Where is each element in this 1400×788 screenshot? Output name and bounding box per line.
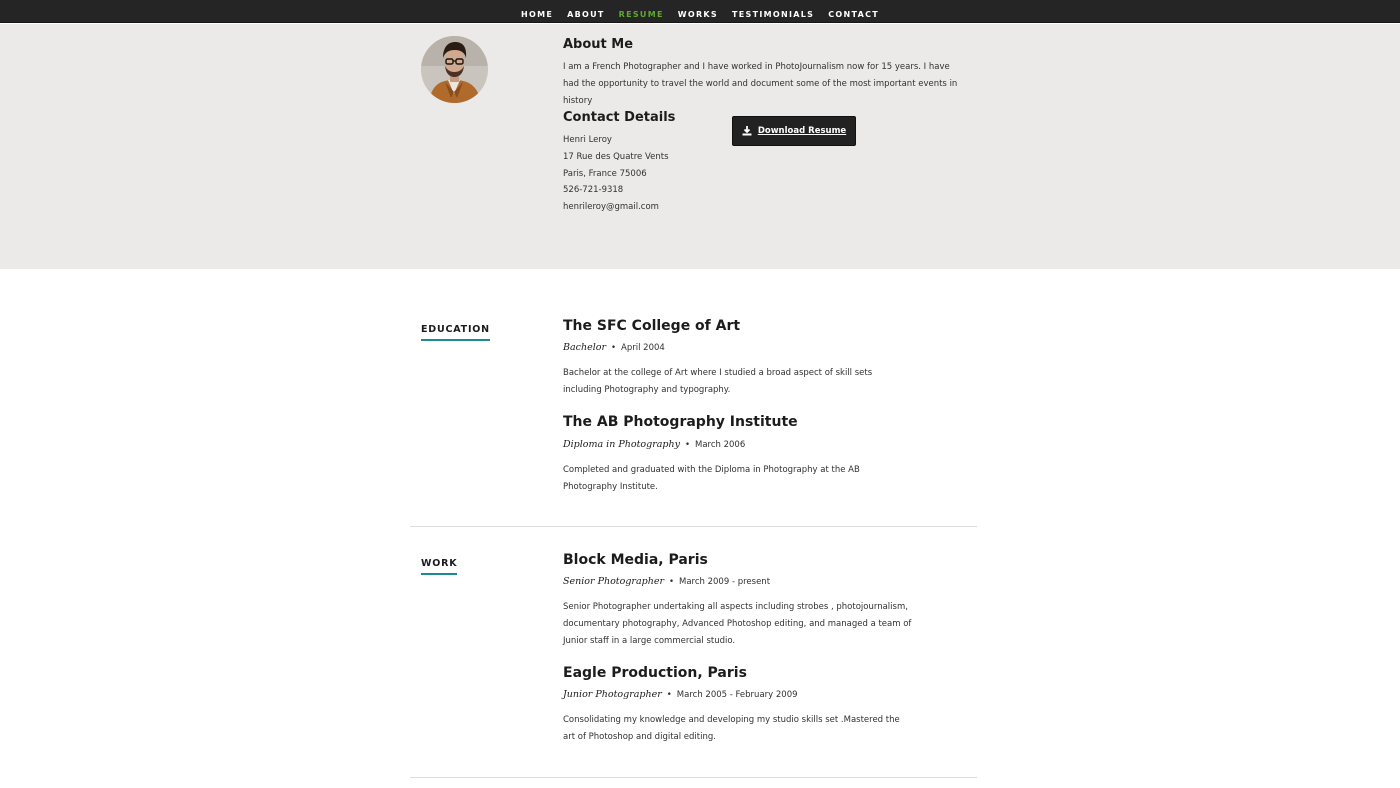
- profile-avatar: [421, 36, 488, 103]
- nav-works[interactable]: WORKS: [678, 10, 718, 19]
- meta-bullet: •: [684, 440, 690, 450]
- about-title: About Me: [563, 37, 634, 52]
- contact-address-line1: 17 Rue des Quatre Vents: [563, 151, 669, 162]
- education-underline: [421, 339, 490, 341]
- nav-home[interactable]: HOME: [521, 10, 553, 19]
- meta-bullet: •: [666, 690, 672, 700]
- education-label: EDUCATION: [421, 324, 490, 335]
- work-underline: [421, 573, 458, 575]
- download-icon: [742, 126, 752, 136]
- education-heading: EDUCATION: [421, 324, 490, 341]
- download-resume-button[interactable]: Download Resume: [732, 116, 856, 146]
- contact-details: Henri Leroy 17 Rue des Quatre Vents Pari…: [563, 132, 669, 216]
- top-nav: HOME ABOUT RESUME WORKS TESTIMONIALS CON…: [0, 0, 1400, 23]
- nav-menu: HOME ABOUT RESUME WORKS TESTIMONIALS CON…: [0, 0, 1400, 23]
- entry-date: March 2005 - February 2009: [676, 690, 798, 700]
- nav-resume[interactable]: RESUME: [619, 10, 664, 19]
- entry-role: Diploma in Photography: [563, 439, 680, 450]
- nav-testimonials[interactable]: TESTIMONIALS: [732, 10, 814, 19]
- work-label: WORK: [421, 558, 458, 569]
- education-entry-desc: Completed and graduated with the Diploma…: [563, 465, 860, 492]
- work-heading: WORK: [421, 558, 458, 575]
- education-entry-meta: Diploma in Photography • March 2006: [563, 439, 745, 450]
- section-divider: [410, 777, 977, 778]
- contact-address-line2: Paris, France 75006: [563, 168, 647, 179]
- entry-date: March 2006: [695, 440, 746, 450]
- work-entry-desc: Consolidating my knowledge and developin…: [563, 715, 900, 742]
- education-entry-title: The AB Photography Institute: [563, 414, 798, 430]
- nav-contact[interactable]: CONTACT: [828, 10, 879, 19]
- contact-email: henrileroy@gmail.com: [563, 202, 659, 213]
- contact-title: Contact Details: [563, 110, 676, 125]
- work-entry-meta: Junior Photographer • March 2005 - Februar…: [563, 689, 798, 700]
- section-divider: [410, 526, 977, 527]
- entry-role: Senior Photographer: [563, 576, 664, 587]
- work-entry-title: Eagle Production, Paris: [563, 665, 747, 681]
- entry-date: April 2004: [621, 343, 665, 353]
- work-entry-desc: Senior Photographer undertaking all aspe…: [563, 602, 912, 646]
- about-section: About Me I am a French Photographer and …: [0, 24, 1400, 269]
- meta-bullet: •: [668, 577, 674, 587]
- contact-phone: 526-721-9318: [563, 185, 624, 196]
- work-entry-title: Block Media, Paris: [563, 552, 708, 568]
- entry-role: Junior Photographer: [563, 689, 662, 700]
- about-text: I am a French Photographer and I have wo…: [563, 62, 958, 106]
- entry-date: March 2009 - present: [679, 577, 771, 587]
- work-entry-meta: Senior Photographer • March 2009 - present: [563, 576, 770, 587]
- entry-role: Bachelor: [563, 342, 607, 353]
- download-resume-label: Download Resume: [757, 126, 847, 136]
- education-entry-title: The SFC College of Art: [563, 318, 741, 334]
- education-entry-desc: Bachelor at the college of Art where I s…: [563, 368, 873, 395]
- nav-about[interactable]: ABOUT: [567, 10, 605, 19]
- contact-name: Henri Leroy: [563, 135, 612, 145]
- education-entry-meta: Bachelor • April 2004: [563, 342, 665, 353]
- meta-bullet: •: [611, 343, 617, 353]
